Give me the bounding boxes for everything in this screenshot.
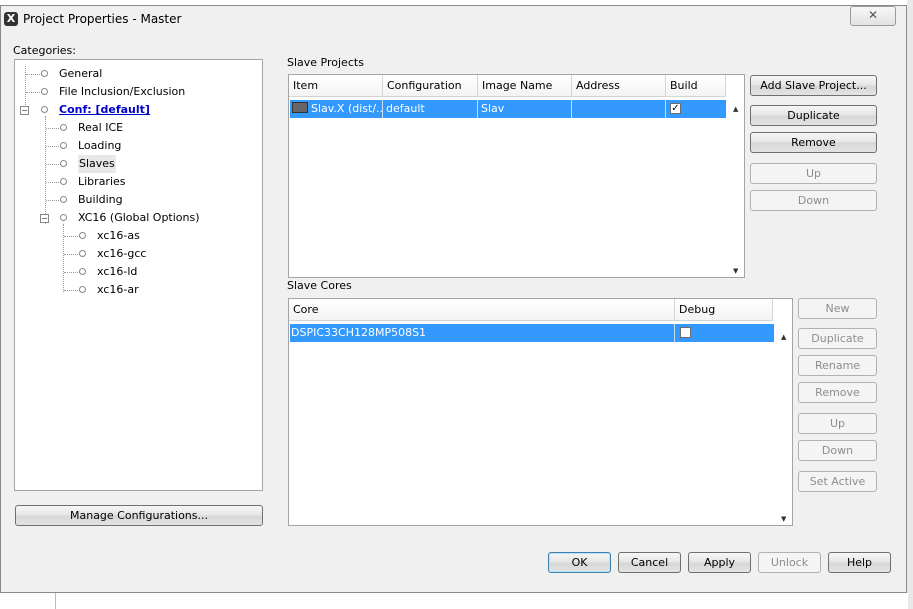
column-header-build[interactable]: Build <box>666 75 726 97</box>
tree-item-label: xc16-ld <box>97 265 138 278</box>
tree-item-label: Real ICE <box>78 121 124 134</box>
tree-item-label: XC16 (Global Options) <box>78 211 200 224</box>
tree-line <box>64 272 80 273</box>
tree-line <box>46 200 61 201</box>
scroll-up-icon[interactable]: ▲ <box>733 105 738 113</box>
node-bullet-icon <box>60 196 67 203</box>
node-bullet-icon <box>60 142 67 149</box>
cancel-button[interactable]: Cancel <box>618 552 681 573</box>
node-bullet-icon <box>60 214 67 221</box>
tree-line <box>46 146 61 147</box>
add-slave-project-button[interactable]: Add Slave Project... <box>750 75 877 96</box>
up-button[interactable]: Up <box>750 163 877 184</box>
tree-item-label: Libraries <box>78 175 126 188</box>
set-active-button[interactable]: Set Active <box>798 471 877 492</box>
node-bullet-icon <box>60 178 67 185</box>
app-x-icon: X <box>4 12 18 26</box>
window-title: Project Properties - Master <box>23 12 182 26</box>
collapse-icon[interactable]: − <box>20 106 29 115</box>
down-core-button[interactable]: Down <box>798 440 877 461</box>
scroll-up-icon[interactable]: ▲ <box>781 333 786 341</box>
image-name-cell: Slav <box>478 100 572 118</box>
apply-button[interactable]: Apply <box>688 552 751 573</box>
background-window-edge <box>907 0 913 609</box>
tree-line <box>46 164 61 165</box>
title-bar: X Project Properties - Master ✕ <box>1 6 906 34</box>
remove-core-button[interactable]: Remove <box>798 382 877 403</box>
tree-item-label: Loading <box>78 139 122 152</box>
configuration-cell: default <box>383 100 478 118</box>
slave-projects-label: Slave Projects <box>287 56 364 69</box>
table-row[interactable]: DSPIC33CH128MP508S1 <box>290 324 774 342</box>
tree-line <box>64 290 80 291</box>
collapse-icon[interactable]: − <box>40 214 49 223</box>
remove-button[interactable]: Remove <box>750 132 877 153</box>
node-bullet-icon <box>60 124 67 131</box>
build-checkbox[interactable]: ✓ <box>670 103 681 114</box>
table-row[interactable]: Slav.X (dist/... default Slav ✓ <box>290 100 726 118</box>
column-header-debug[interactable]: Debug <box>675 299 773 321</box>
tree-line <box>63 224 64 292</box>
tree-item-label: xc16-gcc <box>97 247 147 260</box>
node-bullet-icon <box>60 160 67 167</box>
tree-item-label: xc16-as <box>97 229 140 242</box>
project-properties-dialog: X Project Properties - Master ✕ Categori… <box>0 5 907 593</box>
up-core-button[interactable]: Up <box>798 413 877 434</box>
slave-cores-label: Slave Cores <box>287 279 352 292</box>
node-bullet-icon <box>41 70 48 77</box>
close-button[interactable]: ✕ <box>850 6 896 26</box>
project-icon <box>292 102 308 113</box>
node-bullet-icon <box>41 88 48 95</box>
tree-line <box>64 236 80 237</box>
tree-line <box>64 254 80 255</box>
node-bullet-icon <box>79 250 86 257</box>
background-window-bottom <box>55 593 908 609</box>
node-bullet-icon <box>79 232 86 239</box>
node-bullet-icon <box>79 268 86 275</box>
down-button[interactable]: Down <box>750 190 877 211</box>
core-cell: DSPIC33CH128MP508S1 <box>290 324 675 342</box>
tree-line <box>25 66 26 111</box>
item-value: Slav.X (dist/... <box>311 102 383 115</box>
tree-item-label: Building <box>78 193 123 206</box>
column-header-core[interactable]: Core <box>289 299 675 321</box>
tree-item-label: File Inclusion/Exclusion <box>59 85 186 98</box>
debug-checkbox[interactable] <box>680 327 691 338</box>
address-cell[interactable] <box>572 100 666 118</box>
node-bullet-icon <box>79 286 86 293</box>
rename-core-button[interactable]: Rename <box>798 355 877 376</box>
build-cell: ✓ <box>666 100 726 118</box>
unlock-button[interactable]: Unlock <box>758 552 821 573</box>
tree-item-label: xc16-ar <box>97 283 139 296</box>
tree-item-label: Conf: [default] <box>59 103 150 116</box>
help-button[interactable]: Help <box>828 552 891 573</box>
tree-item-label: Slaves <box>78 155 116 173</box>
slave-projects-table: Item Configuration Image Name Address Bu… <box>288 74 745 278</box>
duplicate-core-button[interactable]: Duplicate <box>798 328 877 349</box>
tree-item-label: General <box>59 67 103 80</box>
manage-configurations-button[interactable]: Manage Configurations... <box>15 505 263 526</box>
tree-line <box>46 128 61 129</box>
column-header-configuration[interactable]: Configuration <box>383 75 478 97</box>
duplicate-button[interactable]: Duplicate <box>750 105 877 126</box>
column-header-address[interactable]: Address <box>572 75 666 97</box>
ok-button[interactable]: OK <box>548 552 611 573</box>
tree-line <box>46 182 61 183</box>
new-core-button[interactable]: New <box>798 298 877 319</box>
tree-line <box>45 116 46 224</box>
scroll-down-icon[interactable]: ▼ <box>781 515 786 523</box>
categories-label: Categories: <box>13 44 76 57</box>
debug-cell <box>675 324 774 342</box>
tree-line <box>26 92 42 93</box>
column-header-image-name[interactable]: Image Name <box>478 75 572 97</box>
column-header-item[interactable]: Item <box>289 75 383 97</box>
item-cell: Slav.X (dist/... <box>290 100 383 118</box>
tree-line <box>26 74 42 75</box>
node-bullet-icon <box>41 106 48 113</box>
scroll-down-icon[interactable]: ▼ <box>733 267 738 275</box>
categories-tree: General File Inclusion/Exclusion − Conf:… <box>14 59 263 491</box>
slave-cores-table: Core Debug DSPIC33CH128MP508S1 ▲ ▼ <box>288 298 793 526</box>
